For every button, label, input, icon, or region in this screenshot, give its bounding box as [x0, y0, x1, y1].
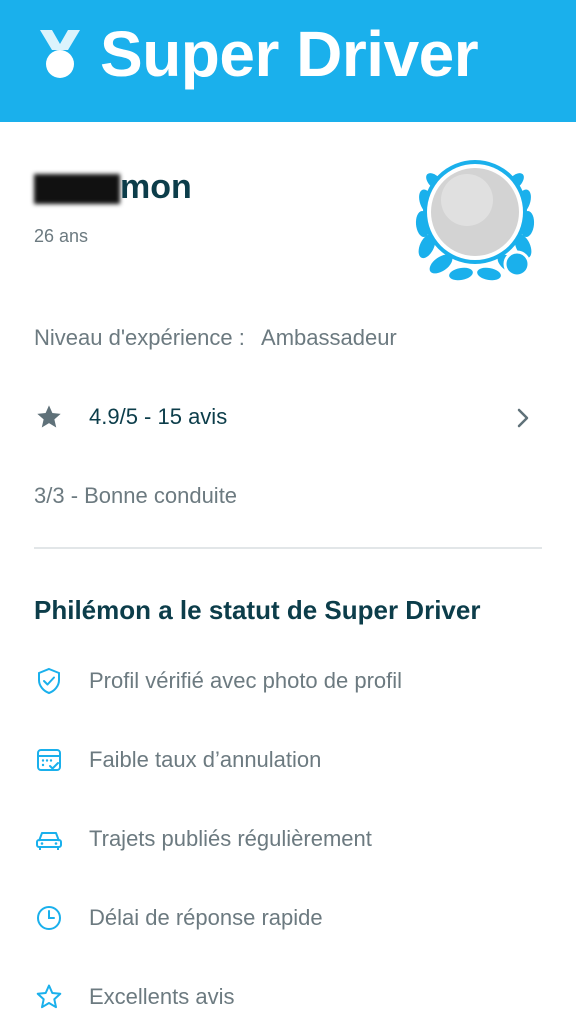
feature-low-cancellation: Faible taux d’annulation: [34, 739, 542, 779]
profile-age: 26 ans: [34, 226, 89, 246]
shield-check-icon: [38, 667, 60, 695]
feature-regular-trips: Trajets publiés régulièrement: [34, 818, 542, 858]
clock-icon: [37, 906, 61, 930]
star-outline-icon: [36, 984, 62, 1009]
feature-excellent-reviews: Excellents avis: [34, 976, 542, 1016]
app-title: Super Driver: [100, 18, 479, 90]
rating-row[interactable]: 4.9/5 - 15 avis: [34, 395, 542, 439]
status-dot: [503, 250, 531, 278]
car-icon: [36, 832, 62, 850]
experience-level: Niveau d'expérience : Ambassadeur: [34, 325, 397, 350]
driving-conduct: 3/3 - Bonne conduite: [34, 483, 238, 508]
rating-text: 4.9/5 - 15 avis: [89, 404, 228, 429]
chevron-right-icon: [517, 408, 529, 428]
profile-name: mon: [34, 168, 192, 207]
feature-verified-profile: Profil vérifié avec photo de profil: [34, 660, 542, 700]
divider: [34, 547, 542, 549]
avatar: [415, 160, 535, 281]
star-icon: [37, 405, 61, 428]
calendar-check-icon: [37, 749, 61, 771]
status-title: Philémon a le statut de Super Driver: [34, 595, 481, 625]
app-header: Super Driver: [0, 0, 576, 122]
medal-icon: [40, 30, 80, 78]
feature-fast-response: Délai de réponse rapide: [34, 897, 542, 937]
